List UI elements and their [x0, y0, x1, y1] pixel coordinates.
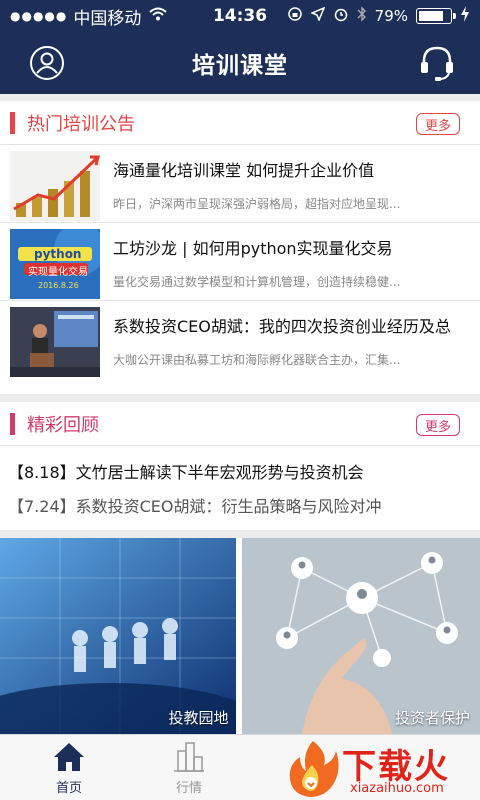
- news-thumbnail: [10, 307, 100, 377]
- news-thumbnail: python 实现量化交易 2016.8.26: [10, 229, 100, 299]
- thumb-subcaption: 实现量化交易: [28, 267, 88, 278]
- bluetooth-icon: [357, 6, 367, 26]
- status-bar: ●●●●● 中国移动 14:36 79%: [0, 0, 480, 32]
- review-item[interactable]: 【8.18】文竹居士解读下半年宏观形势与投资机会: [0, 454, 480, 488]
- battery-percent: 79%: [374, 7, 408, 25]
- news-item[interactable]: 海通量化培训课堂 如何提升企业价值 昨日，沪深两市呈现深强沪弱格局，超指对应地呈…: [0, 145, 480, 223]
- rotation-lock-icon: [287, 6, 303, 26]
- news-title: 系数投资CEO胡斌：我的四次投资创业经历及总: [113, 317, 451, 336]
- carrier-label: 中国移动: [73, 8, 142, 29]
- news-title: 工坊沙龙 | 如何用python实现量化交易: [113, 239, 393, 258]
- user-icon: [30, 46, 64, 80]
- section-title: 热门培训公告: [27, 113, 135, 135]
- tab-bar: 首页 行情 下载火 xiazaihuo.com: [0, 734, 480, 800]
- reviews-section: 精彩回顾 更多 【8.18】文竹居士解读下半年宏观形势与投资机会 【7.24】系…: [0, 402, 480, 530]
- page-title: 培训课堂: [192, 53, 288, 79]
- banner-investor-education[interactable]: 投教园地: [0, 538, 239, 734]
- banner-caption: 投教园地: [168, 709, 229, 727]
- nav-bar: 培训课堂: [0, 32, 480, 94]
- section-header: 热门培训公告 更多: [0, 101, 480, 145]
- news-summary: 量化交易通过数学模型和计算机管理，创造持续稳健...: [113, 275, 401, 289]
- section-header: 精彩回顾 更多: [0, 402, 480, 446]
- watermark-logo: 下载火 xiazaihuo.com: [284, 739, 474, 799]
- battery-icon: [416, 8, 456, 24]
- tab-label: 首页: [55, 781, 82, 796]
- thumb-date: 2016.8.26: [38, 281, 79, 290]
- wifi-icon: [149, 7, 168, 25]
- news-summary: 昨日，沪深两市呈现深强沪弱格局，超指对应地呈现...: [113, 197, 401, 211]
- customer-service-button[interactable]: [416, 42, 458, 84]
- banner-grid: 投教园地 投资者保护: [0, 538, 480, 734]
- profile-button[interactable]: [26, 42, 68, 84]
- home-icon: [54, 743, 84, 771]
- review-item[interactable]: 【7.24】系数投资CEO胡斌：衍生品策略与风险对冲: [0, 488, 480, 522]
- signal-icon: ●●●●●: [10, 9, 68, 23]
- section-marker: [10, 111, 15, 134]
- section-title: 精彩回顾: [27, 414, 99, 436]
- section-marker: [10, 412, 15, 435]
- market-chart-icon: [174, 742, 204, 772]
- alarm-icon: [333, 6, 349, 26]
- news-summary: 大咖公开课由私募工坊和海际孵化器联合主办，汇集...: [113, 353, 401, 367]
- announcements-section: 热门培训公告 更多 海通量化培训课堂 如何提升企业价值 昨日，沪深两市呈现深强沪…: [0, 101, 480, 394]
- news-title: 海通量化培训课堂 如何提升企业价值: [113, 161, 375, 180]
- tab-label: 行情: [175, 781, 202, 796]
- news-item[interactable]: 系数投资CEO胡斌：我的四次投资创业经历及总 大咖公开课由私募工坊和海际孵化器联…: [0, 301, 480, 379]
- more-button[interactable]: 更多: [416, 113, 460, 135]
- news-item[interactable]: python 实现量化交易 2016.8.26 工坊沙龙 | 如何用python…: [0, 223, 480, 301]
- charging-icon: [460, 6, 470, 26]
- thumb-caption: python: [34, 247, 82, 261]
- banner-investor-protection[interactable]: 投资者保护: [241, 538, 480, 734]
- headset-icon: [421, 46, 453, 81]
- news-thumbnail: [10, 151, 100, 221]
- tab-market[interactable]: 行情: [154, 741, 224, 796]
- tab-home[interactable]: 首页: [34, 741, 104, 796]
- location-icon: [309, 6, 326, 25]
- flame-logo-icon: [289, 741, 339, 797]
- banner-caption: 投资者保护: [394, 709, 470, 727]
- watermark-site: xiazaihuo.com: [350, 781, 444, 796]
- more-button[interactable]: 更多: [416, 414, 460, 436]
